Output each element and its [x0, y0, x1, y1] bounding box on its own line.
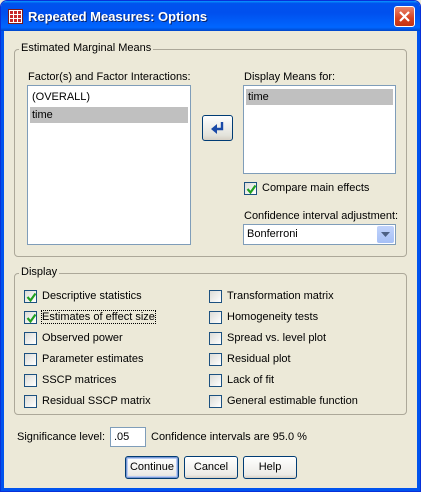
window-border-right: [417, 31, 420, 491]
checkbox-label: General estimable function: [227, 395, 358, 407]
display-legend: Display: [19, 266, 60, 278]
help-button[interactable]: Help: [243, 456, 297, 479]
arrow-move-icon: [211, 122, 224, 134]
checkbox-label: Descriptive statistics: [42, 290, 142, 302]
window-border-left: [1, 31, 4, 491]
observed-power-checkbox[interactable]: Observed power: [24, 331, 194, 346]
checkbox[interactable]: [24, 374, 37, 387]
continue-button[interactable]: Continue: [125, 456, 179, 479]
checkmark-icon: [246, 184, 257, 195]
checkbox-label: Compare main effects: [262, 182, 370, 194]
significance-label: Significance level:: [17, 431, 106, 443]
effect-size-checkbox[interactable]: Estimates of effect size: [24, 310, 194, 325]
move-to-display-means-button[interactable]: [202, 115, 233, 141]
lack-of-fit-checkbox[interactable]: Lack of fit: [209, 373, 399, 388]
ci-adjustment-select[interactable]: Bonferroni: [243, 224, 396, 245]
checkbox-label: Residual SSCP matrix: [42, 395, 151, 407]
checkbox[interactable]: [24, 395, 37, 408]
ci-adjustment-label: Confidence interval adjustment:: [244, 210, 399, 222]
checkbox[interactable]: [24, 332, 37, 345]
list-item[interactable]: time: [30, 107, 188, 123]
checkbox[interactable]: [24, 290, 37, 303]
emm-legend: Estimated Marginal Means: [19, 42, 154, 54]
chevron-down-icon[interactable]: [377, 226, 394, 243]
checkbox-label: Residual plot: [227, 353, 291, 365]
checkbox-label: Homogeneity tests: [227, 311, 319, 323]
window-border-bottom: [1, 488, 420, 491]
parameter-estimates-checkbox[interactable]: Parameter estimates: [24, 352, 194, 367]
spss-grid-icon: [8, 9, 23, 24]
transformation-matrix-checkbox[interactable]: Transformation matrix: [209, 289, 399, 304]
checkbox[interactable]: [209, 353, 222, 366]
descriptive-statistics-checkbox[interactable]: Descriptive statistics: [24, 289, 194, 304]
close-button[interactable]: [394, 6, 415, 27]
ci-info-text: Confidence intervals are 95.0 %: [151, 431, 307, 443]
homogeneity-tests-checkbox[interactable]: Homogeneity tests: [209, 310, 399, 325]
checkbox[interactable]: [244, 182, 257, 195]
checkbox[interactable]: [209, 374, 222, 387]
checkbox-label: Lack of fit: [227, 374, 275, 386]
checkbox[interactable]: [209, 332, 222, 345]
checkbox[interactable]: [209, 395, 222, 408]
spread-vs-level-checkbox[interactable]: Spread vs. level plot: [209, 331, 399, 346]
list-item[interactable]: (OVERALL): [30, 89, 188, 105]
checkbox[interactable]: [209, 311, 222, 324]
significance-input[interactable]: [110, 427, 146, 447]
sscp-matrices-checkbox[interactable]: SSCP matrices: [24, 373, 194, 388]
checkbox-label: SSCP matrices: [42, 374, 117, 386]
checkmark-icon: [26, 313, 37, 324]
list-item[interactable]: time: [246, 89, 393, 105]
checkmark-icon: [26, 292, 37, 303]
general-estimable-function-checkbox[interactable]: General estimable function: [209, 394, 399, 409]
window-title: Repeated Measures: Options: [28, 9, 208, 24]
checkbox[interactable]: [24, 311, 37, 324]
compare-main-effects-checkbox[interactable]: Compare main effects: [244, 181, 394, 196]
checkbox-label: Observed power: [42, 332, 123, 344]
checkbox-label: Spread vs. level plot: [227, 332, 327, 344]
checkbox[interactable]: [24, 353, 37, 366]
checkbox-label: Transformation matrix: [227, 290, 334, 302]
residual-plot-checkbox[interactable]: Residual plot: [209, 352, 399, 367]
title-bar[interactable]: Repeated Measures: Options: [1, 1, 420, 31]
checkbox[interactable]: [209, 290, 222, 303]
factors-listbox[interactable]: (OVERALL) time: [27, 85, 191, 245]
factors-label: Factor(s) and Factor Interactions:: [28, 71, 191, 83]
checkbox-label: Parameter estimates: [42, 353, 144, 365]
display-means-listbox[interactable]: time: [243, 85, 396, 174]
select-value: Bonferroni: [247, 228, 298, 240]
options-dialog: Repeated Measures: Options Estimated Mar…: [0, 0, 421, 492]
close-icon: [399, 11, 410, 22]
display-means-label: Display Means for:: [244, 71, 336, 83]
checkbox-label: Estimates of effect size: [41, 310, 156, 324]
cancel-button[interactable]: Cancel: [184, 456, 238, 479]
residual-sscp-checkbox[interactable]: Residual SSCP matrix: [24, 394, 194, 409]
